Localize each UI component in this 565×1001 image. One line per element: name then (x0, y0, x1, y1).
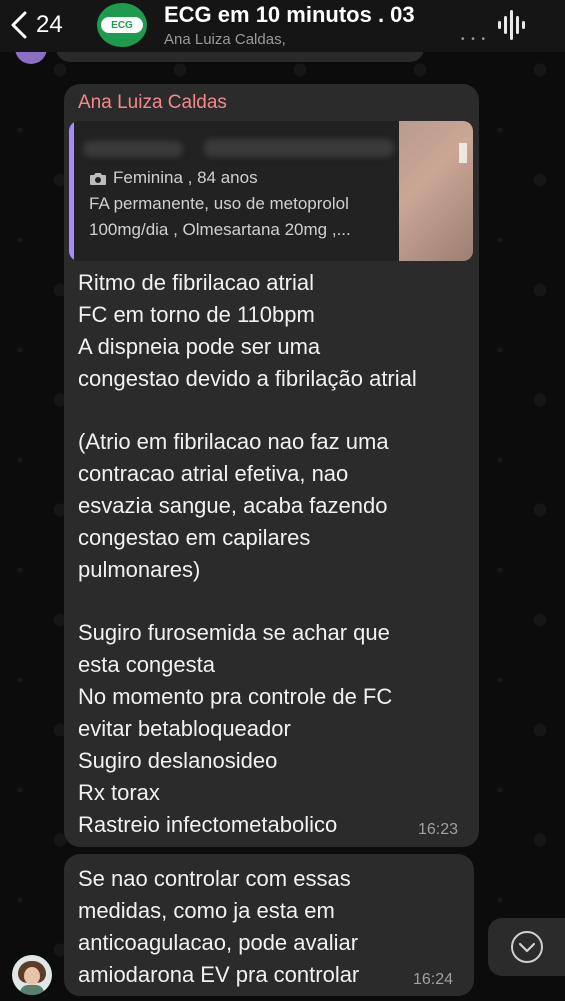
redacted-text (83, 141, 183, 157)
camera-icon (90, 172, 106, 185)
message-line: esvazia sangue, acaba fazendo (78, 493, 388, 518)
quoted-photo-thumbnail[interactable] (399, 121, 473, 261)
avatar-clothes (20, 985, 44, 995)
message-line: congestao em capilares (78, 525, 311, 550)
message-line: FC em torno de 110bpm (78, 302, 315, 327)
message-line: Sugiro furosemida se achar que (78, 620, 390, 645)
quote-text: Feminina , 84 anos (113, 168, 258, 187)
message-line: No momento pra controle de FC (78, 684, 393, 709)
message-timestamp: 16:23 (418, 821, 459, 838)
message-line: Se nao controlar com essas (78, 866, 351, 891)
quote-line: Feminina , 84 anos (89, 168, 258, 188)
chevron-down-circle-icon (510, 931, 543, 963)
message-timestamp: 16:24 (413, 971, 454, 988)
chat-subtitle[interactable]: Ana Luiza Caldas, (164, 31, 286, 48)
message-line: (Atrio em fibrilacao nao faz uma (78, 429, 389, 454)
sender-avatar[interactable] (12, 955, 52, 995)
message-line: A dispneia pode ser uma (78, 334, 321, 359)
chat-title[interactable]: ECG em 10 minutos . 03 (164, 2, 415, 28)
quote-line: 100mg/dia , Olmesartana 20mg ,... (89, 220, 351, 239)
audio-wave-icon[interactable] (497, 8, 525, 42)
unread-count: 24 (36, 11, 63, 38)
message-line: congestao devido a fibrilação atrial (78, 366, 417, 391)
back-button[interactable]: 24 (10, 6, 63, 44)
message-line: Rx torax (78, 780, 160, 805)
message-bubble[interactable]: Se nao controlar com essas medidas, como… (64, 854, 474, 996)
message-line: Sugiro deslanosideo (78, 748, 278, 773)
ecg-logo-text: ECG (111, 19, 133, 31)
message-line: amiodarona EV pra controlar (78, 962, 360, 987)
quoted-message[interactable]: Feminina , 84 anos FA permanente, uso de… (69, 121, 473, 261)
scroll-to-bottom-button[interactable] (488, 918, 565, 976)
sender-name[interactable]: Ana Luiza Caldas (78, 92, 227, 114)
redacted-text (204, 139, 394, 157)
message-line: Rastreio infectometabolico (78, 812, 338, 837)
message-line: anticoagulacao, pode avaliar (78, 930, 359, 955)
chat-header: 24 ECG ECG em 10 minutos . 03 Ana Luiza … (0, 0, 565, 52)
message-line: medidas, como ja esta em (78, 898, 335, 923)
message-line: Ritmo de fibrilacao atrial (78, 270, 314, 295)
more-participants-indicator: • • • (461, 34, 488, 45)
message-line: esta congesta (78, 652, 215, 677)
quote-line: FA permanente, uso de metoprolol (89, 194, 349, 213)
group-avatar[interactable]: ECG (97, 3, 147, 47)
photo-detail (459, 143, 467, 163)
ecg-logo: ECG (101, 17, 143, 33)
quote-bar (69, 121, 74, 261)
chevron-left-icon (11, 11, 27, 39)
message-line: pulmonares) (78, 557, 201, 582)
avatar-face (24, 967, 40, 985)
message-bubble[interactable]: Ana Luiza Caldas Feminina , 84 anos FA p… (64, 84, 479, 847)
message-line: contracao atrial efetiva, nao (78, 461, 349, 486)
message-line: evitar betabloqueador (78, 716, 291, 741)
